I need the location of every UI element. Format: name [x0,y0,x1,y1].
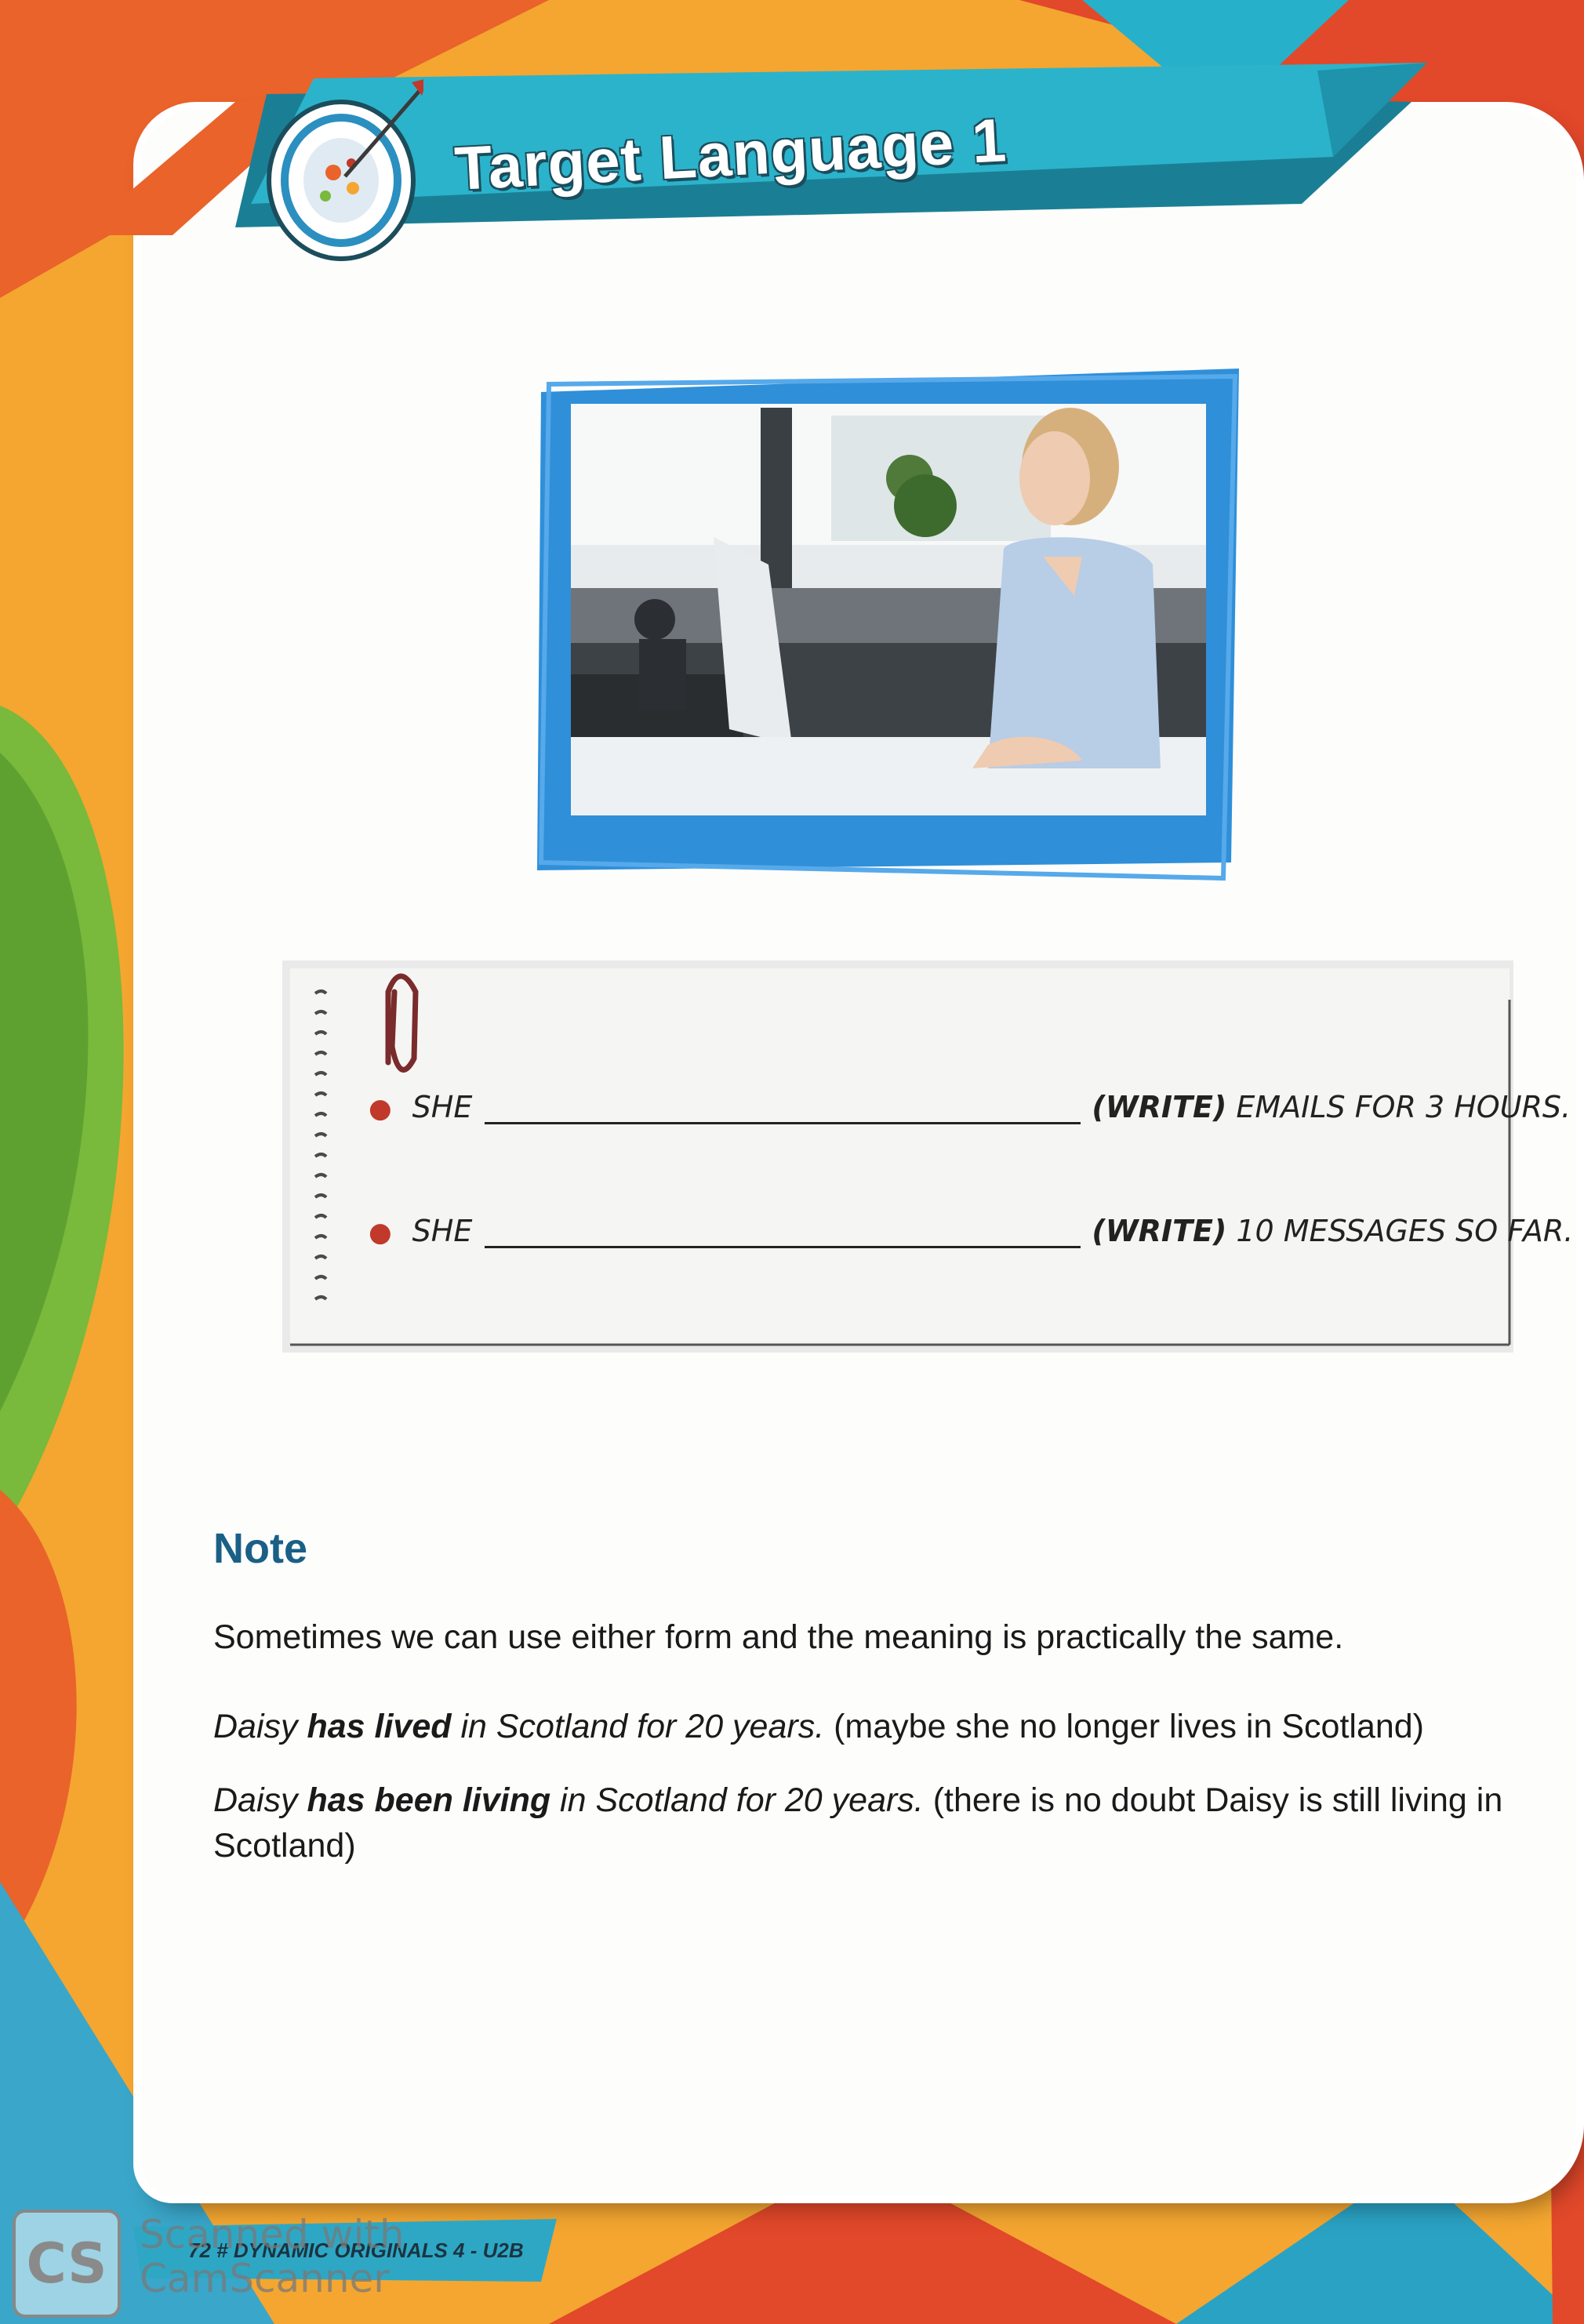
exercise-card [282,960,1513,1353]
exercise-verb: (WRITE) [1092,1090,1227,1124]
camscanner-watermark: Scanned with CamScanner [140,2213,405,2300]
watermark-line-1: Scanned with [140,2212,405,2257]
exercise-rest: 10 MESSAGES SO FAR. [1236,1214,1574,1248]
note-intro: Sometimes we can use either form and the… [213,1618,1344,1656]
office-photo [537,369,1239,881]
bullet-icon: ● [369,1093,392,1124]
exercise-verb: (WRITE) [1092,1214,1227,1248]
example-2-pre: Daisy [213,1781,307,1819]
example-2-comment: (there is no doubt Daisy is still living… [923,1781,1503,1819]
camscanner-logo: CS [13,2210,121,2318]
note-example-2: Daisy has been living in Scotland for 20… [213,1781,1502,1820]
watermark-line-2: CamScanner [140,2256,390,2301]
example-1-post: in Scotland for 20 years. [451,1708,825,1745]
exercise-rest: EMAILS FOR 3 HOURS. [1236,1090,1571,1124]
bullet-icon: ● [369,1217,392,1248]
example-1-bold: has lived [307,1708,452,1745]
example-2-post: in Scotland for 20 years. [550,1781,924,1819]
exercise-subject: SHE [412,1090,473,1124]
example-2-bold: has been living [307,1781,551,1819]
note-example-2-cont: Scotland) [213,1827,356,1865]
answer-blank[interactable] [485,1116,1081,1124]
note-example-1: Daisy has lived in Scotland for 20 years… [213,1708,1424,1746]
answer-blank[interactable] [485,1240,1081,1248]
note-heading: Note [213,1525,307,1572]
exercise-item-1: ● SHE (WRITE) EMAILS FOR 3 HOURS. [369,1090,1571,1124]
exercise-item-2: ● SHE (WRITE) 10 MESSAGES SO FAR. [369,1214,1573,1248]
example-1-pre: Daisy [213,1708,307,1745]
target-logo [267,79,423,261]
example-1-comment: (maybe she no longer lives in Scotland) [824,1708,1425,1745]
exercise-subject: SHE [412,1214,473,1248]
